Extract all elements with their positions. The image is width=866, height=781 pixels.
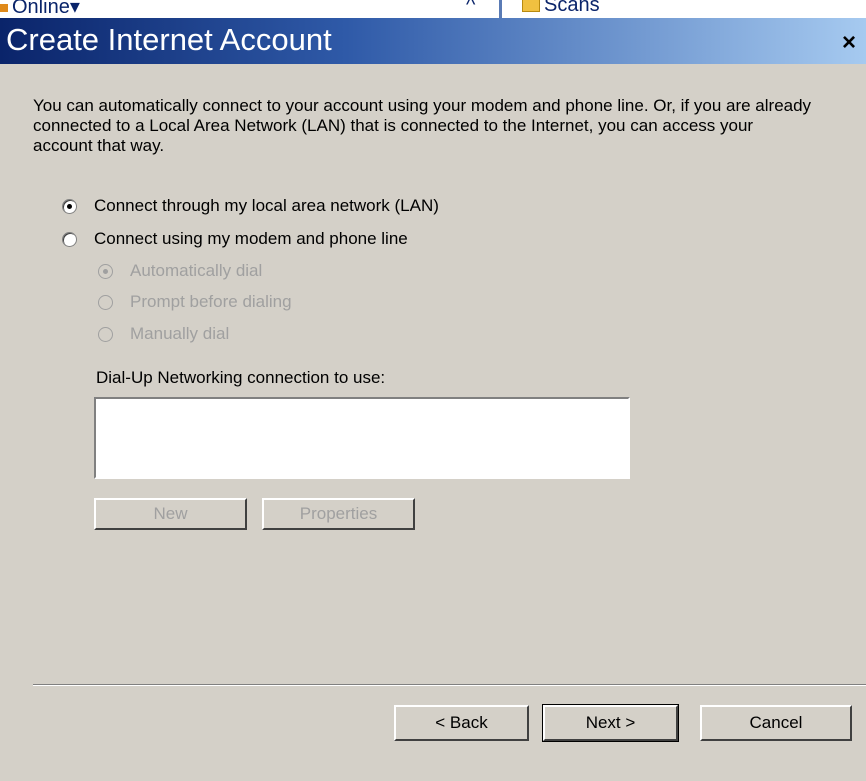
- caret-up-icon[interactable]: ^: [466, 0, 475, 17]
- radio-option-manual-dial[interactable]: Manually dial: [98, 324, 229, 344]
- radio-option-lan[interactable]: Connect through my local area network (L…: [62, 196, 439, 216]
- cancel-button[interactable]: Cancel: [700, 705, 852, 741]
- radio-option-prompt-dial[interactable]: Prompt before dialing: [98, 292, 292, 312]
- back-button[interactable]: < Back: [394, 705, 529, 741]
- radio-button-prompt-dial[interactable]: [98, 294, 113, 310]
- radio-button-manual-dial[interactable]: [98, 326, 113, 342]
- background-window-strip: Online▾ ^ Scans: [0, 0, 866, 20]
- online-label: Online: [12, 0, 70, 18]
- online-status-icon: [0, 3, 8, 12]
- next-button[interactable]: Next >: [542, 704, 679, 742]
- footer-divider: [33, 684, 866, 686]
- close-icon: ×: [842, 29, 857, 56]
- folder-icon: [522, 0, 540, 13]
- toolbar-separator: [499, 0, 502, 20]
- close-button[interactable]: ×: [842, 30, 866, 56]
- intro-text: You can automatically connect to your ac…: [33, 96, 812, 155]
- dialog-title-bar: Create Internet Account ×: [0, 18, 866, 64]
- dialog-title: Create Internet Account: [6, 22, 332, 57]
- radio-option-auto-dial[interactable]: Automatically dial: [98, 261, 262, 281]
- new-button[interactable]: New: [94, 498, 247, 530]
- dropdown-arrow-icon: ▾: [69, 0, 80, 18]
- radio-label-modem: Connect using my modem and phone line: [94, 229, 408, 248]
- radio-option-modem[interactable]: Connect using my modem and phone line: [62, 229, 408, 249]
- properties-button[interactable]: Properties: [262, 498, 415, 530]
- scans-label: Scans: [544, 0, 600, 16]
- online-menu[interactable]: Online▾: [0, 0, 80, 19]
- radio-button-lan[interactable]: [62, 198, 77, 214]
- radio-label-manual-dial: Manually dial: [130, 324, 230, 343]
- dialup-connection-list[interactable]: [94, 397, 630, 479]
- radio-label-lan: Connect through my local area network (L…: [94, 196, 439, 215]
- radio-label-auto-dial: Automatically dial: [130, 261, 263, 280]
- dialup-connection-label: Dial-Up Networking connection to use:: [96, 368, 386, 387]
- radio-label-prompt-dial: Prompt before dialing: [130, 292, 292, 311]
- scans-folder[interactable]: Scans: [522, 0, 600, 17]
- radio-button-auto-dial[interactable]: [98, 263, 113, 279]
- radio-button-modem[interactable]: [62, 231, 77, 247]
